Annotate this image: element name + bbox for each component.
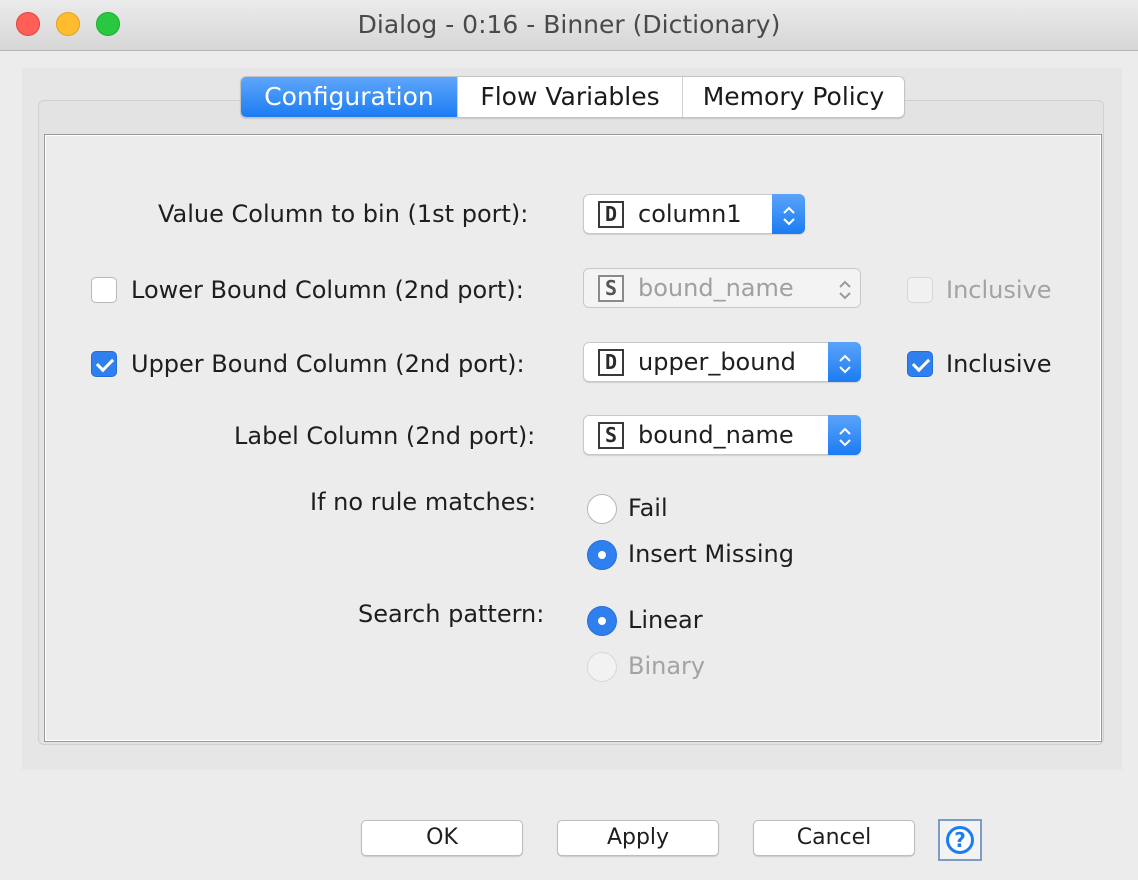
apply-button[interactable]: Apply — [557, 820, 719, 856]
linear-radio[interactable] — [587, 606, 617, 636]
value-column-label: Value Column to bin (1st port): — [158, 200, 529, 228]
upper-bound-selected: upper_bound — [638, 348, 796, 376]
chevron-updown-icon — [828, 268, 861, 308]
double-type-icon: D — [598, 201, 624, 228]
chevron-updown-icon — [772, 194, 805, 234]
lower-inclusive-checkbox[interactable] — [907, 277, 933, 303]
upper-bound-checkbox[interactable] — [91, 351, 117, 377]
binary-radio-label: Binary — [628, 652, 706, 680]
label-column-label: Label Column (2nd port): — [234, 422, 536, 450]
title-bar: Dialog - 0:16 - Binner (Dictionary) — [0, 0, 1138, 51]
window-title: Dialog - 0:16 - Binner (Dictionary) — [357, 10, 781, 39]
tab-bar: Configuration Flow Variables Memory Poli… — [240, 76, 905, 118]
string-type-icon: S — [598, 275, 624, 302]
chevron-updown-icon — [828, 415, 861, 455]
lower-bound-select[interactable]: S bound_name — [583, 268, 861, 308]
tab-memory-policy[interactable]: Memory Policy — [682, 77, 904, 117]
chevron-updown-icon — [828, 342, 861, 382]
lower-bound-label: Lower Bound Column (2nd port): — [131, 276, 524, 304]
upper-inclusive-label: Inclusive — [946, 350, 1052, 378]
label-column-selected: bound_name — [638, 421, 794, 449]
upper-inclusive-checkbox[interactable] — [907, 351, 933, 377]
linear-radio-label: Linear — [628, 606, 703, 634]
insert-missing-radio-label: Insert Missing — [628, 540, 794, 568]
upper-bound-select[interactable]: D upper_bound — [583, 342, 861, 382]
no-rule-label: If no rule matches: — [310, 488, 537, 516]
binary-radio[interactable] — [587, 652, 617, 682]
lower-bound-checkbox[interactable] — [91, 277, 117, 303]
insert-missing-radio[interactable] — [587, 540, 617, 570]
help-button[interactable]: ? — [938, 819, 982, 861]
lower-bound-selected: bound_name — [638, 274, 794, 302]
cancel-button[interactable]: Cancel — [753, 820, 915, 856]
search-pattern-label: Search pattern: — [358, 600, 545, 628]
help-icon: ? — [946, 826, 974, 854]
value-column-select[interactable]: D column1 — [583, 194, 805, 234]
fail-radio[interactable] — [587, 494, 617, 524]
upper-bound-label: Upper Bound Column (2nd port): — [131, 350, 525, 378]
lower-inclusive-label: Inclusive — [946, 276, 1052, 304]
value-column-selected: column1 — [638, 200, 742, 228]
fail-radio-label: Fail — [628, 494, 668, 522]
tab-flow-variables[interactable]: Flow Variables — [457, 77, 682, 117]
double-type-icon: D — [598, 349, 624, 376]
ok-button[interactable]: OK — [361, 820, 523, 856]
tab-configuration[interactable]: Configuration — [241, 77, 457, 117]
label-column-select[interactable]: S bound_name — [583, 415, 861, 455]
string-type-icon: S — [598, 422, 624, 449]
